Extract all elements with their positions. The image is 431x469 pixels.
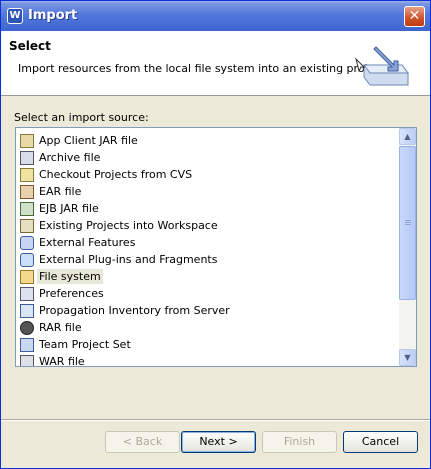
scroll-grip-line [405, 222, 411, 223]
list-item-label: External Features [39, 236, 136, 249]
list-item[interactable]: Existing Projects into Workspace [20, 217, 220, 234]
scroll-grip-line [405, 220, 411, 221]
scroll-grip-line [405, 224, 411, 225]
title-bar[interactable]: W Import ✕ [1, 1, 430, 31]
list-item[interactable]: App Client JAR file [20, 132, 140, 149]
list-item[interactable]: WAR file [20, 353, 87, 367]
list-item-label: EAR file [39, 185, 82, 198]
preferences-icon [20, 286, 34, 301]
finish-button[interactable]: Finish [262, 431, 337, 453]
close-button[interactable]: ✕ [404, 6, 425, 27]
list-item-label: File system [37, 269, 103, 284]
page-description: Import resources from the local file sys… [18, 62, 389, 75]
list-item-label: App Client JAR file [39, 134, 138, 147]
wizard-header: Select Import resources from the local f… [1, 31, 430, 96]
list-item-label: External Plug-ins and Fragments [39, 253, 218, 266]
inventory-icon [20, 303, 34, 318]
back-button[interactable]: < Back [105, 431, 180, 453]
ear-icon [20, 184, 34, 199]
list-item-label: WAR file [39, 355, 85, 367]
war-icon [20, 354, 34, 366]
list-item[interactable]: File system [20, 268, 103, 285]
scroll-thumb[interactable] [399, 146, 416, 300]
list-item[interactable]: Archive file [20, 149, 102, 166]
cvs-icon [20, 167, 34, 182]
list-item-label: Propagation Inventory from Server [39, 304, 230, 317]
list-item[interactable]: EAR file [20, 183, 83, 200]
project-icon [20, 218, 34, 233]
vertical-scrollbar[interactable]: ▲ ▼ [399, 128, 416, 366]
list-item[interactable]: External Plug-ins and Fragments [20, 251, 219, 268]
import-source-list[interactable]: App Client JAR file Archive file Checkout … [15, 127, 417, 367]
feature-icon [20, 235, 34, 250]
list-item-label: Existing Projects into Workspace [39, 219, 218, 232]
archive-icon [20, 150, 34, 165]
list-item-label: Preferences [39, 287, 104, 300]
ejb-icon [20, 201, 34, 216]
plugin-icon [20, 252, 34, 267]
scroll-up-button[interactable]: ▲ [399, 128, 416, 145]
jar-icon [20, 133, 34, 148]
cancel-button[interactable]: Cancel [343, 431, 418, 453]
import-dialog: W Import ✕ Select Import resources from … [0, 0, 431, 469]
import-wizard-icon [355, 46, 409, 86]
scroll-down-button[interactable]: ▼ [399, 349, 416, 366]
page-title: Select [9, 39, 51, 53]
list-item[interactable]: RAR file [20, 319, 84, 336]
team-icon [20, 337, 34, 352]
list-item-label: EJB JAR file [39, 202, 99, 215]
list-item[interactable]: External Features [20, 234, 137, 251]
list-item[interactable]: Propagation Inventory from Server [20, 302, 232, 319]
list-item[interactable]: Checkout Projects from CVS [20, 166, 194, 183]
list-item-label: Team Project Set [39, 338, 131, 351]
button-bar-divider [1, 419, 430, 421]
list-item[interactable]: Team Project Set [20, 336, 133, 353]
eclipse-window-icon: W [7, 8, 23, 24]
list-item[interactable]: EJB JAR file [20, 200, 101, 217]
import-source-prompt: Select an import source: [14, 111, 149, 124]
list-item-label: Archive file [39, 151, 101, 164]
list-item[interactable]: Preferences [20, 285, 106, 302]
next-button[interactable]: Next > [181, 431, 256, 453]
folder-icon [20, 269, 34, 284]
rar-icon [20, 320, 34, 335]
list-item-label: Checkout Projects from CVS [39, 168, 193, 181]
window-title: Import [28, 8, 78, 23]
list-item-label: RAR file [39, 321, 82, 334]
